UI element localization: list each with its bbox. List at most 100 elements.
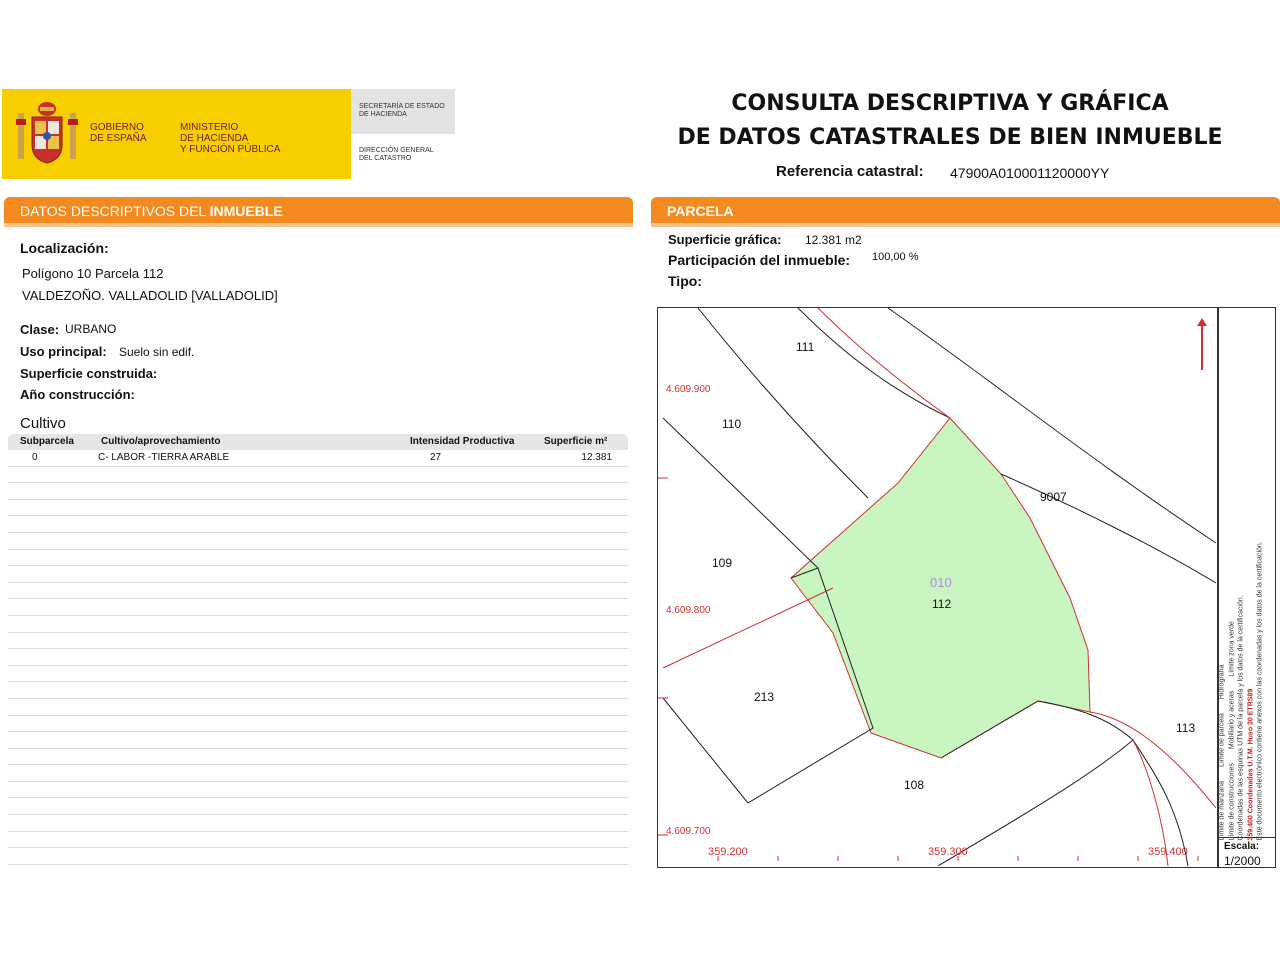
north-arrow-icon	[1197, 318, 1207, 370]
table-row-empty	[8, 583, 628, 600]
y-tick-1: 4.609.900	[666, 384, 711, 395]
table-row-empty	[8, 633, 628, 650]
table-row-empty	[8, 533, 628, 550]
table-row-empty	[8, 848, 628, 865]
table-row-empty	[8, 732, 628, 749]
localizacion-line1: Polígono 10 Parcela 112	[22, 266, 164, 281]
title-line2: DE DATOS CATASTRALES DE BIEN INMUEBLE	[677, 125, 1223, 150]
y-tick-3: 4.609.700	[666, 826, 711, 837]
table-row: 0 C- LABOR -TIERRA ARABLE 27 12.381	[8, 450, 628, 467]
x-tick-1: 359.200	[708, 846, 748, 858]
table-row-empty	[8, 467, 628, 484]
cadastral-map: 111 110 9007 109 010 112 213 113 108 4.6…	[657, 307, 1276, 868]
direccion-line1: DIRECCIÓN GENERAL	[359, 147, 434, 154]
table-row-empty	[8, 550, 628, 567]
descriptivos-bar: DATOS DESCRIPTIVOS DEL INMUEBLE	[4, 197, 633, 223]
table-row-empty	[8, 798, 628, 816]
parcel-label-010: 010	[930, 575, 952, 590]
gobierno-line1: GOBIERNO	[90, 122, 144, 133]
participacion-value: 100,00 %	[872, 251, 919, 263]
table-row-empty	[8, 649, 628, 666]
table-row-empty	[8, 483, 628, 500]
map-svg	[658, 308, 1217, 866]
gobierno-text: GOBIERNO DE ESPAÑA	[90, 122, 147, 144]
col-intensidad: Intensidad Productiva	[410, 436, 515, 447]
title-line1: CONSULTA DESCRIPTIVA Y GRÁFICA	[731, 91, 1169, 116]
secretaria-line2: DE HACIENDA	[359, 111, 407, 118]
table-row-empty	[8, 500, 628, 517]
legend-mobiliario: Mobiliario y aceras	[1228, 690, 1235, 750]
ministerio-line1: MINISTERIO	[180, 122, 239, 133]
table-row-empty	[8, 666, 628, 683]
cultivo-title: Cultivo	[20, 415, 66, 432]
cell-superficie: 12.381	[581, 452, 612, 463]
gobierno-line2: DE ESPAÑA	[90, 133, 147, 144]
parcel-label-213: 213	[754, 690, 775, 704]
descriptivos-bar-prefix: DATOS DESCRIPTIVOS DEL	[20, 203, 210, 219]
table-row-empty	[8, 566, 628, 583]
legend-row2: Límite de construcciones Mobiliario y ac…	[1227, 331, 1237, 841]
superficie-grafica-value: 12.381 m2	[805, 233, 862, 247]
direccion-line2: DEL CATASTRO	[359, 155, 412, 162]
x-tick-2: 359.300	[928, 846, 968, 858]
uso-principal-label: Uso principal:	[20, 344, 107, 359]
parcel-label-113: 113	[1176, 721, 1196, 735]
parcela-bar: PARCELA	[651, 197, 1280, 223]
parcel-label-112: 112	[932, 597, 952, 611]
clase-value: URBANO	[65, 322, 117, 336]
parcel-label-109: 109	[712, 556, 733, 570]
parcel-label-9007: 9007	[1040, 490, 1067, 504]
superficie-construida-label: Superficie construida:	[20, 366, 158, 381]
parcel-label-111: 111	[796, 340, 815, 354]
legend-limite-manzana: Límite de manzana	[1218, 780, 1226, 841]
parcela-header: PARCELA	[651, 197, 1280, 227]
ministerio-line3: Y FUNCIÓN PÚBLICA	[180, 144, 281, 155]
legend-limite-construcciones: Límite de construcciones	[1228, 763, 1235, 841]
clase-label: Clase:	[20, 322, 60, 337]
table-row-empty	[8, 765, 628, 782]
table-row-empty	[8, 516, 628, 533]
ministerio-text: MINISTERIO DE HACIENDA Y FUNCIÓN PÚBLICA	[180, 122, 280, 155]
cell-subparcela: 0	[32, 452, 38, 463]
parcel-label-110: 110	[722, 417, 742, 431]
cultivo-table: Subparcela Cultivo/aprovechamiento Inten…	[8, 434, 628, 865]
anio-construccion-label: Año construcción:	[20, 387, 135, 402]
legend-hidrografia: Hidrografía	[1218, 664, 1226, 700]
escala-label: Escala:	[1224, 841, 1260, 852]
map-legend: Límite de manzana Límite de parcela Hidr…	[1219, 307, 1276, 840]
table-row-empty	[8, 815, 628, 832]
cell-intensidad: 27	[430, 452, 442, 463]
table-row-empty	[8, 749, 628, 766]
secretaria-block: SECRETARÍA DE ESTADO DE HACIENDA DIRECCI…	[351, 89, 455, 179]
superficie-grafica-label: Superficie gráfica:	[668, 232, 782, 247]
table-row-empty	[8, 699, 628, 716]
tipo-label: Tipo:	[668, 273, 702, 289]
col-subparcela: Subparcela	[20, 436, 74, 447]
coat-of-arms-icon	[16, 102, 78, 164]
ministerio-line2: DE HACIENDA	[180, 133, 249, 144]
y-tick-2: 4.609.800	[666, 605, 711, 616]
escala-box: Escala: 1/2000	[1219, 837, 1276, 869]
secretaria-line1: SECRETARÍA DE ESTADO	[359, 103, 445, 110]
localizacion-label: Localización:	[20, 240, 109, 256]
participacion-label: Participación del inmueble:	[668, 252, 851, 268]
legend-zona-verde: Límite zona verde	[1228, 621, 1235, 677]
legend-note2: 359.400 Coordenadas U.T.M. Huso 30 ETRS8…	[1247, 688, 1254, 841]
col-superficie: Superficie m²	[544, 436, 608, 447]
table-row-empty	[8, 832, 628, 849]
col-cultivo: Cultivo/aprovechamiento	[101, 436, 221, 447]
gobierno-logo-block: GOBIERNO DE ESPAÑA MINISTERIO DE HACIEND…	[2, 89, 351, 179]
uso-principal-value: Suelo sin edif.	[119, 345, 195, 359]
table-row-empty	[8, 616, 628, 633]
cultivo-table-header: Subparcela Cultivo/aprovechamiento Inten…	[8, 434, 628, 450]
table-row-empty	[8, 682, 628, 699]
ref-catastral-value: 47900A010001120000YY	[950, 165, 1110, 181]
descriptivos-bar-strong: INMUEBLE	[209, 203, 283, 219]
legend-limite-parcela: Límite de parcela	[1218, 713, 1226, 767]
table-row-empty	[8, 716, 628, 733]
parcel-label-108: 108	[904, 778, 925, 792]
legend-note3: Este documento electrónico contiene anex…	[1256, 541, 1264, 841]
cell-cultivo: C- LABOR -TIERRA ARABLE	[98, 452, 230, 463]
legend-row1: Límite de manzana Límite de parcela Hidr…	[1218, 331, 1228, 841]
ref-catastral-label: Referencia catastral:	[776, 163, 924, 180]
